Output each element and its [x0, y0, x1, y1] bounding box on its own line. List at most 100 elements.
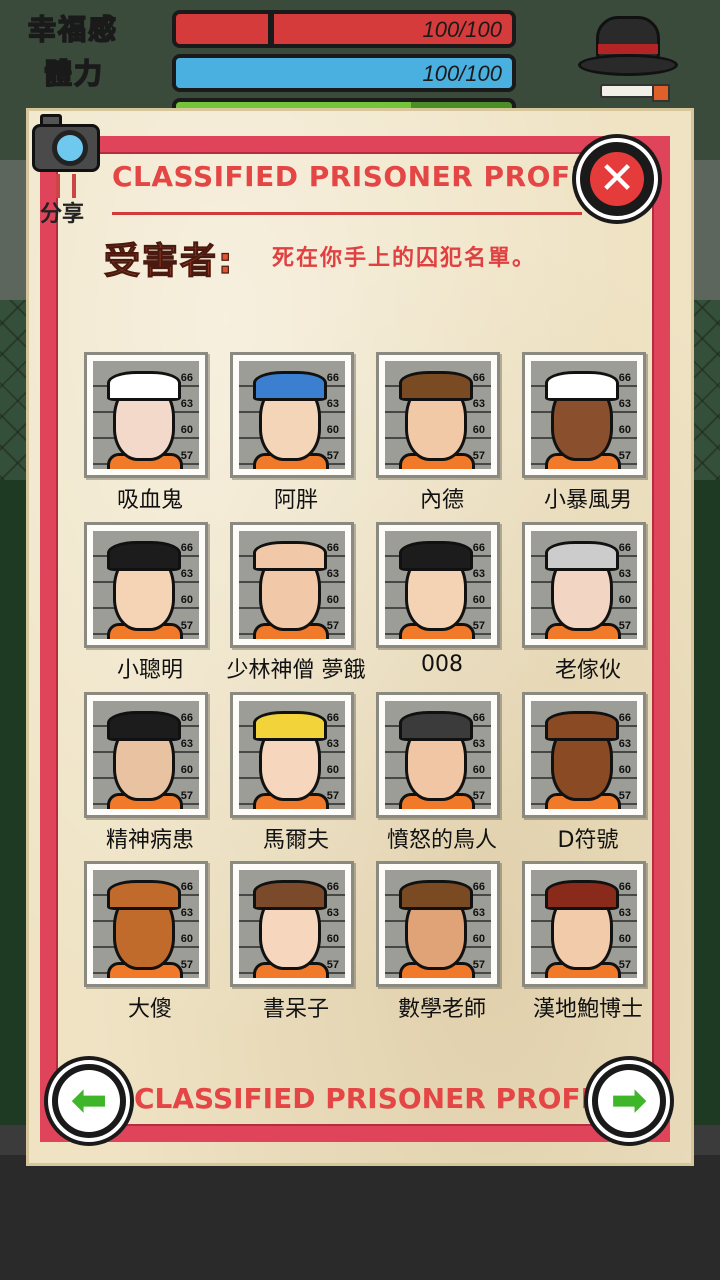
close-button[interactable]: ✕ — [576, 138, 658, 220]
height-mark: 60 — [180, 594, 193, 606]
prisoner-name: 小暴風男 — [543, 488, 632, 513]
prisoner-card[interactable]: 66 63 60 57 小聰明 — [78, 520, 208, 683]
height-mark: 63 — [472, 738, 485, 750]
prisoner-grid: 66 63 60 57 吸血鬼 66 63 60 57 阿胖 66 63 60 57 內德 66 63 60 57 小… — [78, 350, 658, 1030]
prisoner-card[interactable]: 66 63 60 57 馬爾夫 — [224, 690, 354, 853]
stamina-label: 體力 — [43, 56, 105, 91]
height-mark: 63 — [326, 398, 339, 410]
mugshot-image: 66 63 60 57 — [84, 692, 208, 818]
height-mark: 60 — [618, 764, 631, 776]
arrow-right-icon: ➡ — [598, 1070, 660, 1132]
prisoner-hair — [107, 711, 181, 741]
height-scale: 66 63 60 57 — [327, 705, 339, 809]
prisoner-card[interactable]: 66 63 60 57 小暴風男 — [516, 350, 646, 513]
prisoner-name: 少林神僧 夢餓 — [226, 658, 366, 683]
prisoner-name: 數學老師 — [397, 997, 486, 1022]
height-scale: 66 63 60 57 — [619, 535, 631, 639]
height-chart: 66 63 60 57 — [531, 870, 637, 978]
victims-description: 死在你手上的囚犯名單。 — [272, 246, 537, 271]
prisoner-card[interactable]: 66 63 60 57 008 — [370, 520, 500, 680]
prisoner-hair — [107, 541, 181, 571]
prisoner-card[interactable]: 66 63 60 57 D符號 — [516, 690, 646, 853]
prisoner-hair — [107, 880, 181, 910]
stamina-value: 100/100 — [422, 61, 502, 86]
prisoner-hair — [107, 371, 181, 401]
prisoner-hair — [545, 541, 619, 571]
height-mark: 60 — [180, 424, 193, 436]
prisoner-card[interactable]: 66 63 60 57 精神病患 — [78, 690, 208, 853]
prisoner-name: 阿胖 — [273, 488, 318, 513]
height-chart: 66 63 60 57 — [93, 361, 199, 469]
height-chart: 66 63 60 57 — [239, 870, 345, 978]
height-mark: 60 — [618, 594, 631, 606]
prisoner-name: 大傻 — [127, 997, 172, 1022]
height-chart: 66 63 60 57 — [93, 531, 199, 639]
height-mark: 66 — [326, 542, 339, 554]
mugshot-image: 66 63 60 57 — [376, 352, 500, 478]
mugshot-image: 66 63 60 57 — [230, 352, 354, 478]
mugshot-image: 66 63 60 57 — [84, 522, 208, 648]
height-mark: 63 — [180, 398, 193, 410]
share-button[interactable]: 分享 — [30, 110, 102, 230]
prisoner-name: 馬爾夫 — [262, 828, 329, 853]
height-chart: 66 63 60 57 — [239, 531, 345, 639]
prisoner-card[interactable]: 66 63 60 57 老傢伙 — [516, 520, 646, 683]
happiness-bar-divider — [268, 14, 274, 44]
mugshot-image: 66 63 60 57 — [522, 352, 646, 478]
height-chart: 66 63 60 57 — [385, 870, 491, 978]
mugshot-image: 66 63 60 57 — [230, 692, 354, 818]
height-chart: 66 63 60 57 — [531, 701, 637, 809]
next-page-button[interactable]: ➡ — [588, 1060, 670, 1142]
height-scale: 66 63 60 57 — [619, 365, 631, 469]
height-mark: 60 — [180, 764, 193, 776]
height-mark: 66 — [618, 881, 631, 893]
prisoner-card[interactable]: 66 63 60 57 吸血鬼 — [78, 350, 208, 513]
height-chart: 66 63 60 57 — [93, 870, 199, 978]
prisoner-card[interactable]: 66 63 60 57 少林神僧 夢餓 — [224, 520, 366, 683]
mugshot-image: 66 63 60 57 — [230, 522, 354, 648]
height-chart: 66 63 60 57 — [531, 361, 637, 469]
height-mark: 60 — [326, 594, 339, 606]
height-scale: 66 63 60 57 — [473, 535, 485, 639]
previous-page-button[interactable]: ⬅ — [48, 1060, 130, 1142]
height-mark: 66 — [472, 542, 485, 554]
prisoner-card[interactable]: 66 63 60 57 阿胖 — [224, 350, 354, 513]
prisoner-name: 吸血鬼 — [116, 488, 183, 513]
height-scale: 66 63 60 57 — [619, 705, 631, 809]
mugshot-image: 66 63 60 57 — [230, 861, 354, 987]
height-scale: 66 63 60 57 — [327, 365, 339, 469]
height-scale: 66 63 60 57 — [473, 705, 485, 809]
height-scale: 66 63 60 57 — [181, 535, 193, 639]
height-mark: 66 — [618, 542, 631, 554]
height-mark: 66 — [326, 372, 339, 384]
tripod-icon — [56, 174, 76, 198]
happiness-label: 幸福感 — [27, 12, 119, 47]
height-mark: 66 — [180, 372, 193, 384]
height-mark: 60 — [180, 933, 193, 945]
fedora-hat-icon[interactable] — [578, 10, 678, 80]
happiness-value: 100/100 — [422, 17, 502, 42]
prisoner-hair — [253, 711, 327, 741]
mugshot-image: 66 63 60 57 — [522, 522, 646, 648]
prisoner-card[interactable]: 66 63 60 57 內德 — [370, 350, 500, 513]
height-mark: 60 — [326, 764, 339, 776]
height-mark: 66 — [180, 712, 193, 724]
prisoner-hair — [253, 880, 327, 910]
height-scale: 66 63 60 57 — [473, 365, 485, 469]
close-icon: ✕ — [590, 152, 644, 206]
height-scale: 66 63 60 57 — [181, 705, 193, 809]
victims-label: 受害者: — [103, 240, 235, 282]
title-underline — [112, 212, 582, 215]
prisoner-hair — [399, 371, 473, 401]
height-mark: 66 — [180, 542, 193, 554]
height-mark: 63 — [326, 738, 339, 750]
prisoner-card[interactable]: 66 63 60 57 漢地鮑博士 — [516, 859, 646, 1022]
prisoner-card[interactable]: 66 63 60 57 書呆子 — [224, 859, 354, 1022]
arrow-left-icon: ⬅ — [58, 1070, 120, 1132]
prisoner-card[interactable]: 66 63 60 57 憤怒的鳥人 — [370, 690, 500, 853]
prisoner-name: D符號 — [557, 828, 619, 853]
prisoner-card[interactable]: 66 63 60 57 數學老師 — [370, 859, 500, 1022]
prisoner-card[interactable]: 66 63 60 57 大傻 — [78, 859, 208, 1022]
height-chart: 66 63 60 57 — [385, 361, 491, 469]
height-chart: 66 63 60 57 — [239, 701, 345, 809]
